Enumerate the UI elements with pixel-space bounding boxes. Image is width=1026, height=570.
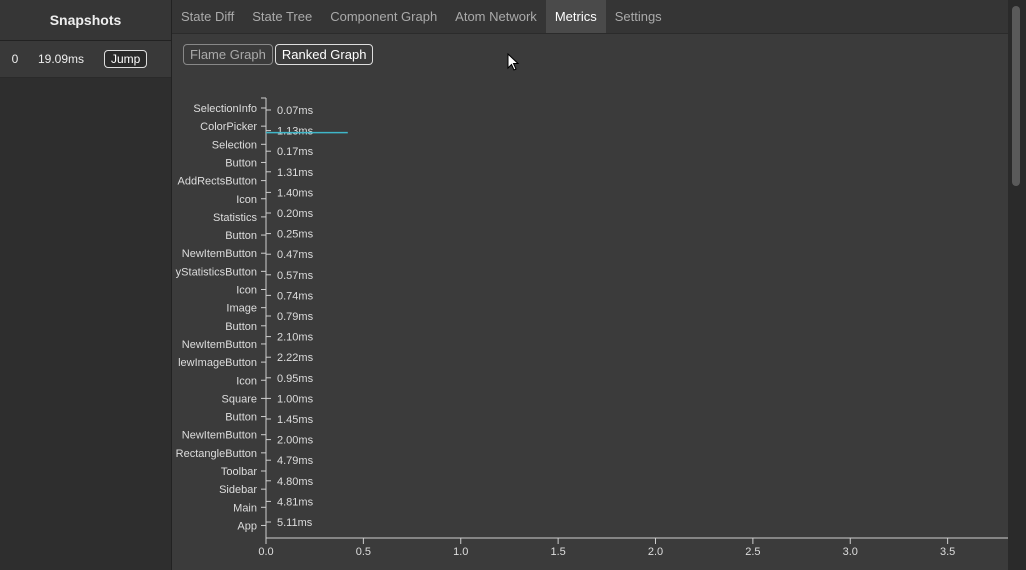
category-label: Icon [236, 285, 257, 297]
value-label: 4.79ms [277, 455, 314, 467]
snapshot-time: 19.09ms [38, 52, 85, 66]
value-label: 5.11ms [277, 517, 313, 529]
category-label: Button [225, 321, 257, 333]
x-tick-label: 2.0 [648, 546, 663, 558]
vertical-scrollbar[interactable] [1008, 0, 1026, 570]
value-label: 1.13ms [277, 126, 314, 138]
category-label: lewImageButton [178, 357, 257, 369]
category-label: Icon [236, 194, 257, 206]
category-label: Button [225, 230, 257, 242]
category-label: App [237, 520, 257, 532]
value-label: 0.17ms [277, 146, 314, 158]
category-label: Button [225, 157, 257, 169]
mouse-cursor-icon [507, 53, 519, 71]
category-label: Toolbar [221, 466, 257, 478]
value-label: 1.31ms [277, 167, 314, 179]
category-label: Main [233, 502, 257, 514]
snapshots-panel: Snapshots 0 19.09ms Jump [0, 0, 172, 570]
category-label: NewItemButton [182, 339, 257, 351]
value-label: 0.95ms [277, 373, 314, 385]
value-label: 0.79ms [277, 311, 314, 323]
category-label: NewItemButton [182, 248, 257, 260]
value-label: 2.22ms [277, 352, 314, 364]
value-label: 1.40ms [277, 187, 314, 199]
value-label: 1.45ms [277, 414, 314, 426]
x-tick-label: 0.0 [258, 546, 273, 558]
x-tick-label: 1.5 [550, 546, 565, 558]
jump-button[interactable]: Jump [104, 50, 148, 68]
value-label: 1.00ms [277, 393, 314, 405]
scrollbar-thumb[interactable] [1012, 6, 1020, 186]
ranked-graph-chart: SelectionInfo ColorPicker Selection Button A… [176, 97, 1008, 558]
x-tick-label: 0.5 [356, 546, 371, 558]
category-label: RectangleButton [176, 448, 257, 460]
x-tick-label: 1.0 [453, 546, 468, 558]
category-label: Statistics [213, 212, 258, 224]
value-label: 0.74ms [277, 290, 314, 302]
x-tick-label: 2.5 [745, 546, 760, 558]
category-label: Sidebar [219, 484, 257, 496]
value-label: 4.81ms [277, 496, 314, 508]
main-panel: State Diff State Tree Component Graph At… [172, 0, 1008, 570]
category-label: yStatisticsButton [176, 266, 257, 278]
snapshot-index: 0 [11, 52, 19, 66]
category-label: Button [225, 412, 257, 424]
value-label: 2.10ms [277, 332, 314, 344]
category-label: ColorPicker [200, 121, 257, 133]
category-label: SelectionInfo [193, 103, 257, 115]
x-tick-label: 3.5 [940, 546, 955, 558]
category-label: Icon [236, 375, 257, 387]
value-label: 0.25ms [277, 229, 314, 241]
category-label: AddRectsButton [178, 176, 258, 188]
snapshot-row[interactable]: 0 19.09ms Jump [0, 41, 171, 78]
value-label: 0.47ms [277, 249, 314, 261]
value-label: 0.07ms [277, 105, 314, 117]
category-label: Selection [212, 139, 257, 151]
value-label: 2.00ms [277, 435, 314, 447]
snapshots-title: Snapshots [0, 0, 171, 41]
value-label: 0.20ms [277, 208, 314, 220]
value-label: 0.57ms [277, 270, 314, 282]
category-label: Image [226, 303, 257, 315]
value-label: 4.80ms [277, 476, 314, 488]
category-label: NewItemButton [182, 430, 257, 442]
category-label: Square [222, 393, 257, 405]
x-tick-label: 3.0 [843, 546, 858, 558]
